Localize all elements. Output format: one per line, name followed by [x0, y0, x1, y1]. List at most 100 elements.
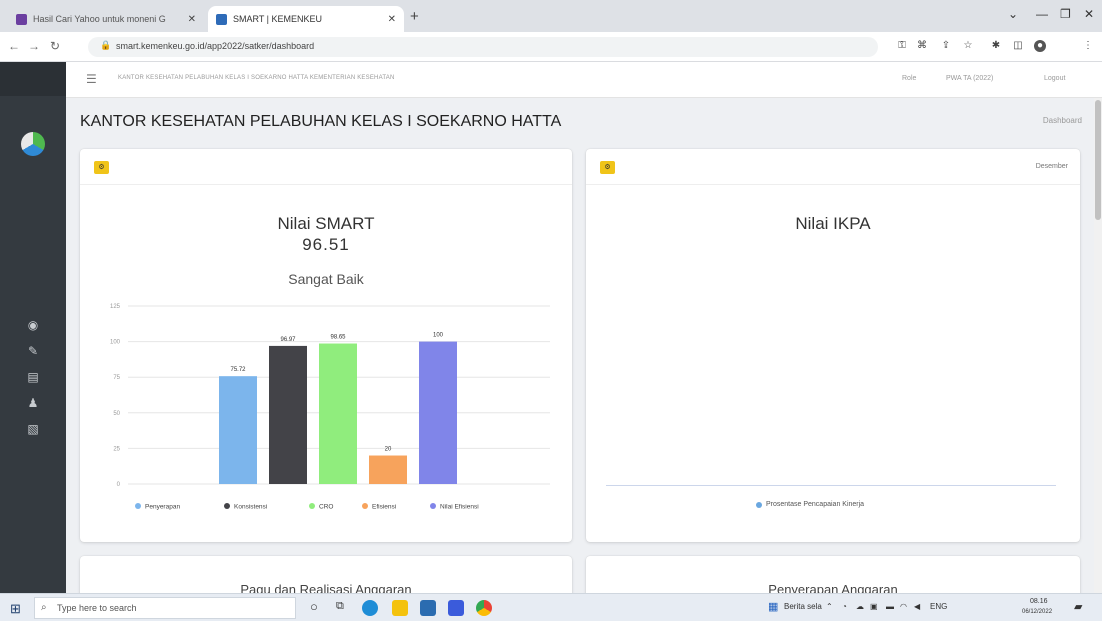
navbar-title: KANTOR KESEHATAN PELABUHAN KELAS I SOEKA… — [118, 75, 395, 81]
documents-icon[interactable]: ▧ — [26, 422, 40, 436]
browser-tabbar: Hasil Cari Yahoo untuk moneni G ✕ SMART … — [0, 0, 1102, 32]
legend-dot-icon — [224, 503, 230, 509]
smart-score-card: ⚙ Nilai SMART 96.51 Sangat Baik 0 25 50 75 1… — [80, 149, 572, 542]
dashboard-icon[interactable]: ◉ — [26, 318, 40, 332]
new-tab-button[interactable]: + — [410, 8, 419, 25]
minimize-button[interactable]: — — [1036, 7, 1048, 21]
edit-icon[interactable]: ✎ — [26, 344, 40, 358]
y-tick-label: 125 — [110, 304, 121, 310]
bar-cro — [319, 343, 357, 484]
reload-icon[interactable]: ↻ — [50, 39, 60, 53]
smart-title: Nilai SMART — [277, 214, 375, 233]
settings-badge-icon[interactable]: ⚙ — [600, 161, 615, 174]
legend-dot-icon — [135, 503, 141, 509]
legend-dot-icon — [430, 503, 436, 509]
url-text: smart.kemenkeu.go.id/app2022/satker/dash… — [116, 41, 315, 51]
user-icon[interactable]: ♟ — [26, 396, 40, 410]
legend-label: Efisiensi — [372, 504, 396, 511]
close-window-button[interactable]: ✕ — [1084, 7, 1094, 21]
search-placeholder: Type here to search — [57, 603, 137, 613]
role-link[interactable]: Role — [902, 75, 916, 82]
task-view-icon[interactable]: ⧉ — [336, 600, 344, 613]
chrome-icon[interactable] — [476, 600, 492, 616]
extensions-icon[interactable]: ✱ — [990, 40, 1002, 52]
address-bar[interactable]: 🔒 smart.kemenkeu.go.id/app2022/satker/da… — [88, 37, 878, 57]
tab-label: SMART | KEMENKEU — [233, 14, 323, 24]
notifications-icon[interactable]: ▰ — [1074, 600, 1082, 613]
top-navbar: ☰ KANTOR KESEHATAN PELABUHAN KELAS I SOE… — [66, 62, 1102, 98]
language-indicator[interactable]: ENG — [930, 602, 947, 611]
wifi-icon[interactable]: ◠ — [900, 602, 907, 611]
y-tick-label: 25 — [113, 446, 120, 452]
browser-tab-yahoo[interactable]: Hasil Cari Yahoo untuk moneni G ✕ — [8, 6, 204, 32]
edge-icon[interactable] — [362, 600, 378, 616]
windows-start-icon[interactable]: ⊞ — [10, 601, 21, 617]
legend-dot-icon — [362, 503, 368, 509]
smart-score: 96.51 — [302, 235, 350, 254]
data-label: 96.97 — [280, 337, 296, 343]
key-icon[interactable]: ⚿ — [896, 40, 908, 52]
app-logo[interactable] — [21, 132, 45, 156]
legend-label: Penyerapan — [145, 504, 180, 511]
legend-label: Prosentase Pencapaian Kinerja — [766, 501, 865, 508]
browser-tab-smart[interactable]: SMART | KEMENKEU ✕ — [208, 6, 404, 32]
legend-label: Nilai Efisiensi — [440, 504, 479, 511]
bar-penyerapan — [219, 376, 257, 484]
taskbar-search-input[interactable]: ⌕ Type here to search — [34, 597, 296, 619]
data-label: 20 — [385, 447, 392, 453]
yahoo-favicon-icon — [16, 13, 27, 25]
month-selector[interactable]: Desember — [1036, 163, 1068, 170]
profile-avatar-icon[interactable]: ● — [1034, 40, 1046, 52]
data-label: 75.72 — [230, 367, 246, 373]
ikpa-legend-item[interactable]: Prosentase Pencapaian Kinerja — [756, 501, 864, 508]
legend-dot-icon — [756, 501, 762, 508]
sidepanel-icon[interactable]: ◫ — [1012, 40, 1024, 52]
breadcrumb[interactable]: Dashboard — [1043, 116, 1082, 125]
folder-tray-icon[interactable]: ▣ — [870, 602, 878, 611]
maximize-button[interactable]: ❐ — [1060, 7, 1071, 21]
app-icon[interactable] — [448, 600, 464, 616]
page-scrollbar-thumb[interactable] — [1095, 100, 1101, 220]
y-tick-label: 0 — [117, 482, 121, 488]
clock-date[interactable]: 06/12/2022 — [1022, 609, 1052, 615]
close-tab-icon[interactable]: ✕ — [188, 14, 196, 25]
translate-icon[interactable]: ⌘ — [916, 40, 928, 52]
search-icon: ⌕ — [41, 602, 47, 613]
network-icon[interactable]: ◔ — [842, 602, 847, 611]
cloud-icon[interactable]: ☁ — [856, 602, 864, 611]
card-header: ⚙ Desember — [586, 149, 1080, 185]
windows-taskbar: ⊞ ⌕ Type here to search ○ ⧉ ▦ Berita sel… — [0, 593, 1102, 621]
weather-text[interactable]: Berita sela — [784, 602, 822, 611]
clock-time[interactable]: 08.16 — [1030, 598, 1048, 605]
menu-kebab-icon[interactable]: ⋮ — [1082, 40, 1094, 52]
volume-icon[interactable]: ◀ — [914, 602, 920, 611]
hamburger-menu-icon[interactable]: ☰ — [86, 72, 97, 86]
news-icon[interactable]: ▦ — [768, 600, 778, 613]
file-explorer-icon[interactable] — [392, 600, 408, 616]
data-label: 98.65 — [330, 335, 346, 341]
logout-link[interactable]: Logout — [1044, 75, 1065, 82]
settings-badge-icon[interactable]: ⚙ — [94, 161, 109, 174]
y-tick-label: 100 — [110, 340, 121, 346]
smart-bar-chart: 0 25 50 75 100 125 75.72 96.97 98.65 20 100 Penyera… — [110, 304, 550, 511]
bookmark-star-icon[interactable]: ☆ — [962, 40, 974, 52]
card-header: ⚙ — [80, 149, 572, 185]
tab-search-icon[interactable]: ⌄ — [1008, 7, 1018, 21]
page-title: KANTOR KESEHATAN PELABUHAN KELAS I SOEKA… — [80, 113, 562, 130]
close-tab-icon[interactable]: ✕ — [388, 14, 396, 25]
sidebar-brand[interactable] — [0, 62, 66, 96]
store-icon[interactable] — [420, 600, 436, 616]
tray-chevron-icon[interactable]: ⌃ — [826, 602, 833, 611]
forward-icon[interactable]: → — [28, 39, 40, 53]
report-icon[interactable]: ▤ — [26, 370, 40, 384]
period-link[interactable]: PWA TA (2022) — [946, 75, 993, 82]
battery-icon[interactable]: ▬ — [886, 602, 894, 611]
sidebar: ◉ ✎ ▤ ♟ ▧ — [0, 62, 66, 593]
share-icon[interactable]: ⇪ — [940, 40, 952, 52]
cortana-icon[interactable]: ○ — [310, 599, 318, 614]
ikpa-score-card: ⚙ Desember Nilai IKPA Prosentase Pencapa… — [586, 149, 1080, 542]
bar-konsistensi — [269, 345, 307, 484]
back-icon[interactable]: ← — [8, 39, 20, 53]
ikpa-chart-axis — [606, 485, 1056, 486]
data-label: 100 — [433, 333, 444, 339]
